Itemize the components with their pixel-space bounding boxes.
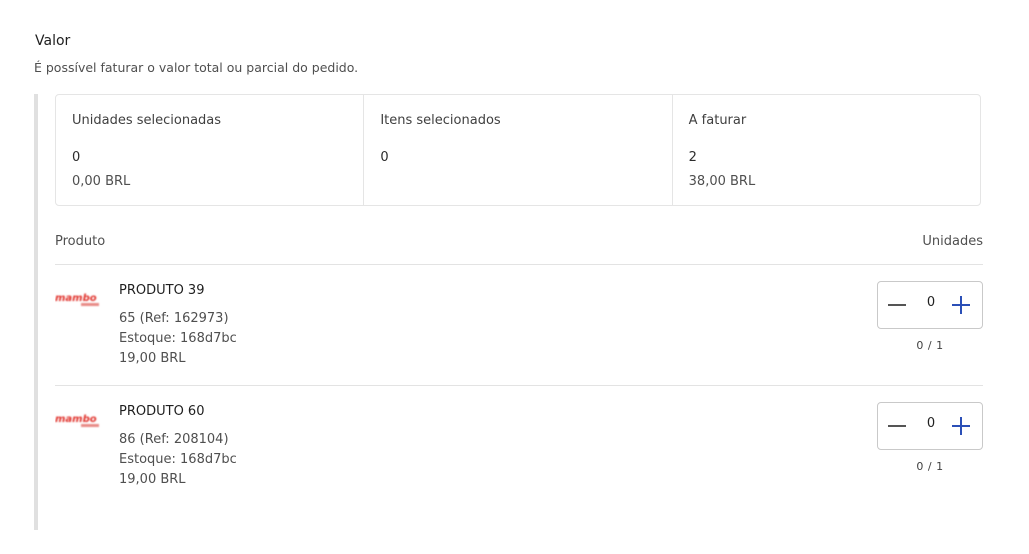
product-sku: 65 (Ref: 162973) (119, 311, 229, 326)
product-price: 19,00 BRL (119, 351, 186, 366)
minus-icon[interactable] (886, 415, 908, 437)
column-header-units: Unidades (922, 234, 983, 249)
summary-amount: 0,00 BRL (72, 174, 131, 189)
section-title: Valor (35, 33, 71, 49)
product-stock: Estoque: 168d7bc (119, 331, 237, 346)
section-subtitle: É possível faturar o valor total ou parc… (34, 60, 359, 75)
invoice-summary: Unidades selecionadas 0 0,00 BRL Itens s… (55, 94, 981, 206)
summary-amount: 38,00 BRL (688, 174, 756, 189)
product-stock: Estoque: 168d7bc (119, 452, 237, 467)
product-row: mambo PRODUTO 60 86 (Ref: 208104) Estoqu… (55, 386, 983, 506)
brand-logo-icon: mambo (55, 410, 105, 430)
column-header-product: Produto (55, 234, 106, 249)
quantity-value[interactable]: 0 (918, 295, 944, 310)
summary-count: 2 (688, 150, 697, 165)
quantity-stepper[interactable]: 0 (877, 402, 983, 450)
summary-selected-units: Unidades selecionadas 0 0,00 BRL (56, 95, 365, 205)
quantity-value[interactable]: 0 (918, 416, 944, 431)
summary-selected-items: Itens selecionados 0 (364, 95, 673, 205)
summary-label: Itens selecionados (380, 113, 501, 128)
product-price: 19,00 BRL (119, 472, 186, 487)
product-name: PRODUTO 60 (119, 404, 205, 419)
section-left-bar (34, 94, 38, 530)
summary-count: 0 (72, 150, 81, 165)
summary-count: 0 (380, 150, 389, 165)
summary-label: A faturar (688, 113, 747, 128)
summary-to-invoice: A faturar 2 38,00 BRL (673, 95, 980, 205)
product-sku: 86 (Ref: 208104) (119, 432, 229, 447)
quantity-limit: 0 / 1 (916, 339, 944, 352)
product-row: mambo PRODUTO 39 65 (Ref: 162973) Estoqu… (55, 265, 983, 385)
svg-text:mambo: mambo (55, 414, 97, 425)
plus-icon[interactable] (950, 415, 972, 437)
svg-text:mambo: mambo (55, 293, 97, 304)
plus-icon[interactable] (950, 294, 972, 316)
product-name: PRODUTO 39 (119, 283, 205, 298)
quantity-limit: 0 / 1 (916, 460, 944, 473)
product-list-header: Produto Unidades (55, 234, 983, 254)
brand-logo-icon: mambo (55, 289, 105, 309)
summary-label: Unidades selecionadas (72, 113, 222, 128)
quantity-stepper[interactable]: 0 (877, 281, 983, 329)
minus-icon[interactable] (886, 294, 908, 316)
